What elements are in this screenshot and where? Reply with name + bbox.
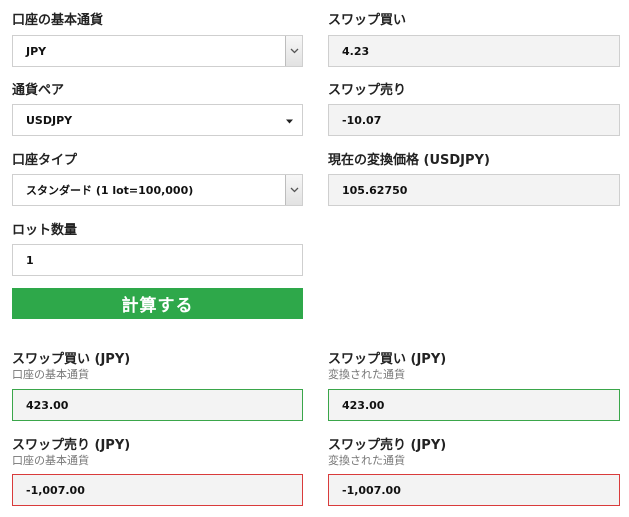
result-buy-base-title: スワップ買い (JPY) [12,352,131,367]
lot-quantity-input[interactable]: 1 [12,244,303,276]
swap-buy-value: 4.23 [342,44,370,58]
result-buy-converted-field: 423.00 [328,389,620,421]
result-sell-base-field: -1,007.00 [12,474,303,506]
result-buy-base-value: 423.00 [26,398,69,412]
account-type-select[interactable]: スタンダード (1 lot=100,000) [12,174,303,206]
lot-quantity-label: ロット数量 [12,223,78,238]
account-type-value: スタンダード (1 lot=100,000) [26,184,194,197]
result-sell-base-value: -1,007.00 [26,483,85,497]
base-currency-label: 口座の基本通貨 [12,13,104,28]
conversion-rate-label: 現在の変換価格 (USDJPY) [328,153,490,168]
swap-buy-label: スワップ買い [328,13,407,28]
swap-buy-field: 4.23 [328,35,620,67]
result-buy-converted-value: 423.00 [342,398,385,412]
swap-sell-value: -10.07 [342,113,382,127]
base-currency-value: JPY [26,44,47,58]
conversion-rate-field: 105.62750 [328,174,620,206]
chevron-down-icon[interactable] [285,175,302,205]
result-sell-converted-field: -1,007.00 [328,474,620,506]
lot-quantity-value: 1 [26,253,34,267]
result-sell-converted-subtitle: 変換された通貨 [328,454,405,467]
result-sell-converted-title: スワップ売り (JPY) [328,438,447,453]
result-sell-converted-value: -1,007.00 [342,483,401,497]
base-currency-select[interactable]: JPY [12,35,303,67]
swap-sell-field: -10.07 [328,104,620,136]
currency-pair-select[interactable]: USDJPY [12,104,303,136]
calculate-button[interactable]: 計算する [12,288,303,319]
result-buy-converted-title: スワップ買い (JPY) [328,352,447,367]
swap-sell-label: スワップ売り [328,83,407,98]
result-buy-base-subtitle: 口座の基本通貨 [12,368,89,381]
caret-down-icon [286,114,293,127]
currency-pair-label: 通貨ペア [12,83,65,98]
result-sell-base-title: スワップ売り (JPY) [12,438,131,453]
account-type-label: 口座タイプ [12,153,78,168]
currency-pair-value: USDJPY [26,113,73,127]
result-buy-base-field: 423.00 [12,389,303,421]
result-buy-converted-subtitle: 変換された通貨 [328,368,405,381]
chevron-down-icon[interactable] [285,36,302,66]
conversion-rate-value: 105.62750 [342,183,408,197]
result-sell-base-subtitle: 口座の基本通貨 [12,454,89,467]
